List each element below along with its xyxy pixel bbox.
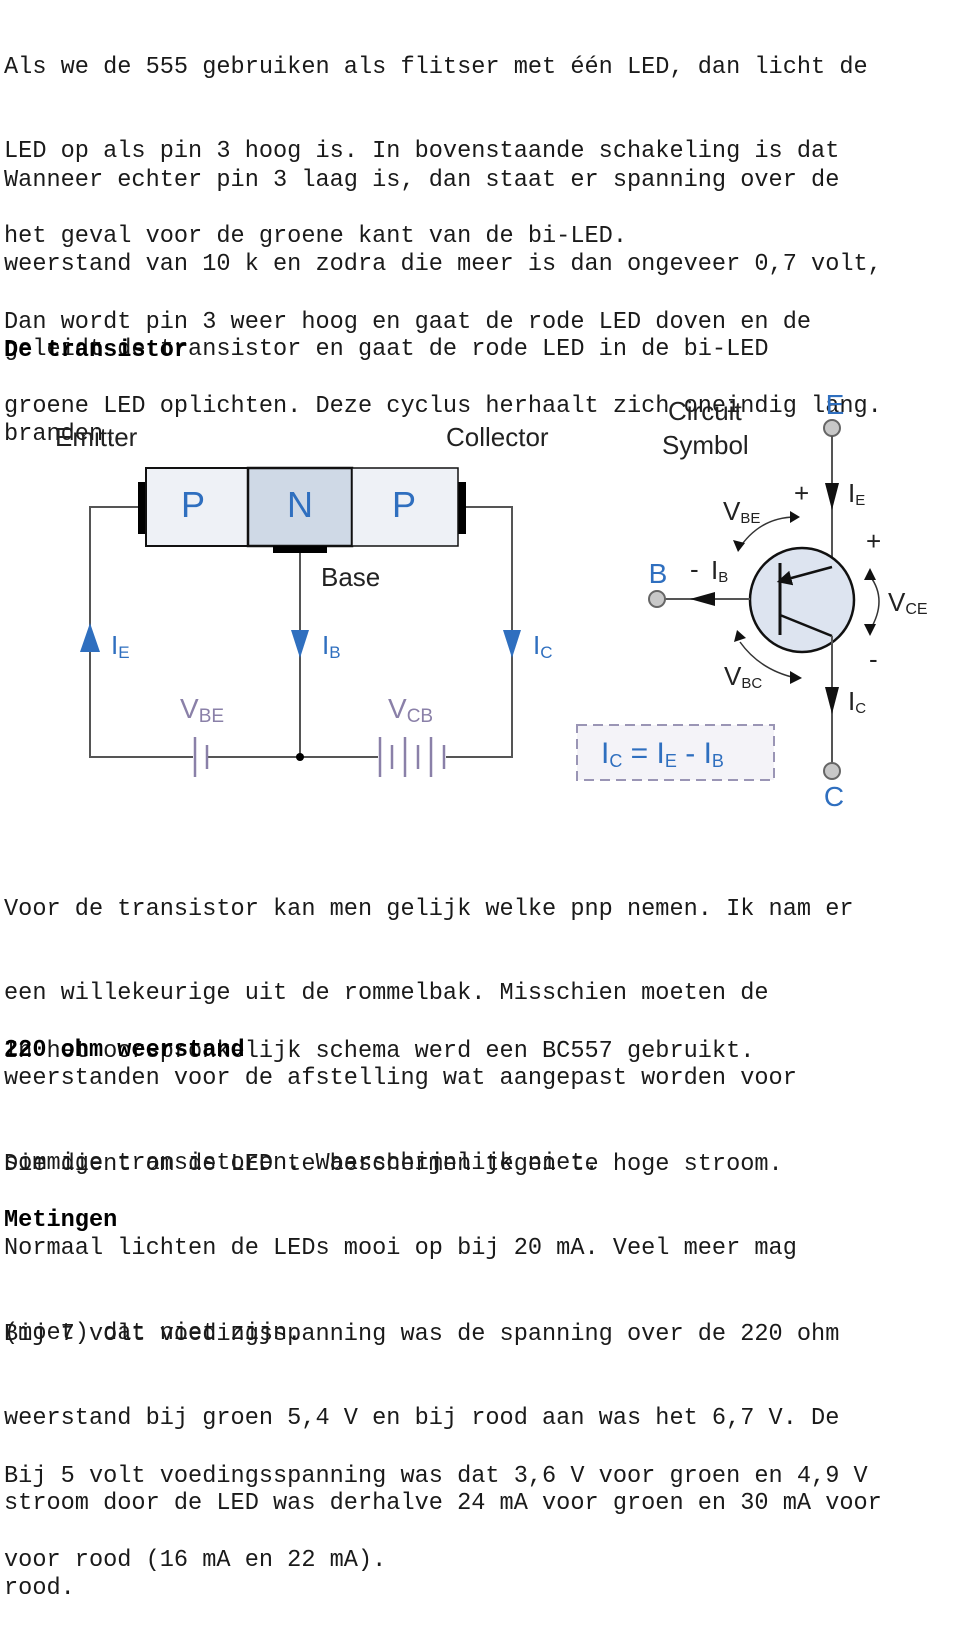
base-contact	[273, 546, 327, 553]
ic-label: IC	[533, 630, 553, 662]
vce-minus-sign: -	[869, 644, 878, 674]
terminal-b	[648, 590, 666, 608]
vcb-label: VCB	[388, 693, 433, 727]
paragraph-5v-measurement: Bij 5 volt voedingsspanning was dat 3,6 …	[4, 1406, 868, 1604]
collector-label: Collector	[446, 422, 549, 452]
heading-220-ohm: 220 ohm weerstand	[4, 1037, 245, 1064]
ic-symbol-label: IC	[848, 686, 866, 717]
text-line: Bij 7 volt voedingsspanning was de spann…	[4, 1320, 840, 1348]
vbe-arrowhead-icon	[790, 511, 800, 523]
vbc-symbol-label: VBC	[724, 661, 762, 692]
symbol-title-line2: Symbol	[662, 430, 749, 460]
terminal-c-label: C	[824, 781, 844, 812]
vce-curve	[869, 575, 880, 631]
vce-plus-sign: +	[866, 526, 881, 556]
ie-symbol-arrow-icon	[825, 483, 839, 510]
text-line: Wanneer echter pin 3 laag is, dan staat …	[4, 166, 840, 194]
terminal-e-label: E	[826, 389, 845, 420]
symbol-title-line1: Circuit	[668, 396, 742, 426]
junction-dot	[296, 753, 304, 761]
vbe-symbol-label: VBE	[723, 496, 760, 527]
heading-transistor: De transistor	[4, 337, 189, 364]
text-line: Bij 5 volt voedingsspanning was dat 3,6 …	[4, 1462, 868, 1490]
vcb-battery-icon	[378, 737, 446, 777]
vbe-battery-icon	[193, 737, 209, 777]
transistor-symbol-circle	[748, 546, 856, 654]
vbe-plus-sign: +	[794, 478, 809, 508]
text-line: Die dient om de LED te beschermen tegen …	[4, 1150, 783, 1178]
terminal-c	[823, 762, 841, 780]
ib-minus-sign: -	[690, 554, 699, 584]
pnp-transistor-diagram: Emitter Collector P N P Base IE IB IC VB…	[55, 389, 928, 812]
text-line: Normaal lichten de LEDs mooi op bij 20 m…	[4, 1235, 797, 1263]
terminal-e	[823, 419, 841, 437]
vce-arrowhead-icon	[864, 568, 876, 580]
vbc-arrowhead2-icon	[790, 671, 802, 684]
ie-label: IE	[111, 630, 130, 662]
text-line: Dan wordt pin 3 weer hoog en gaat de rod…	[4, 308, 812, 336]
ib-symbol-arrow-icon	[690, 592, 715, 606]
vce-symbol-label: VCE	[888, 587, 928, 618]
text-line: Als we de 555 gebruiken als flitser met …	[4, 53, 868, 81]
vbe-label: VBE	[180, 693, 224, 727]
ic-symbol-arrow-icon	[825, 687, 839, 714]
ib-symbol-label: IB	[711, 555, 728, 586]
heading-metingen: Metingen	[4, 1207, 118, 1234]
emitter-label: Emitter	[55, 422, 138, 452]
ie-symbol-label: IE	[848, 478, 865, 509]
ic-arrow-icon	[503, 630, 521, 658]
ie-arrow-icon	[80, 623, 100, 652]
text-line: Voor de transistor kan men gelijk welke …	[4, 895, 854, 923]
ib-arrow-icon	[291, 630, 309, 658]
vbc-arrowhead-icon	[734, 630, 746, 642]
base-label: Base	[321, 562, 380, 592]
region-n: N	[287, 484, 313, 525]
vce-arrowhead2-icon	[864, 624, 876, 636]
terminal-b-label: B	[649, 558, 668, 589]
text-line: voor rood (16 mA en 22 mA).	[4, 1547, 387, 1575]
region-p-left: P	[181, 484, 205, 525]
emitter-contact	[138, 482, 146, 534]
ib-label: IB	[322, 630, 341, 662]
region-p-right: P	[392, 484, 416, 525]
collector-contact	[458, 482, 466, 534]
